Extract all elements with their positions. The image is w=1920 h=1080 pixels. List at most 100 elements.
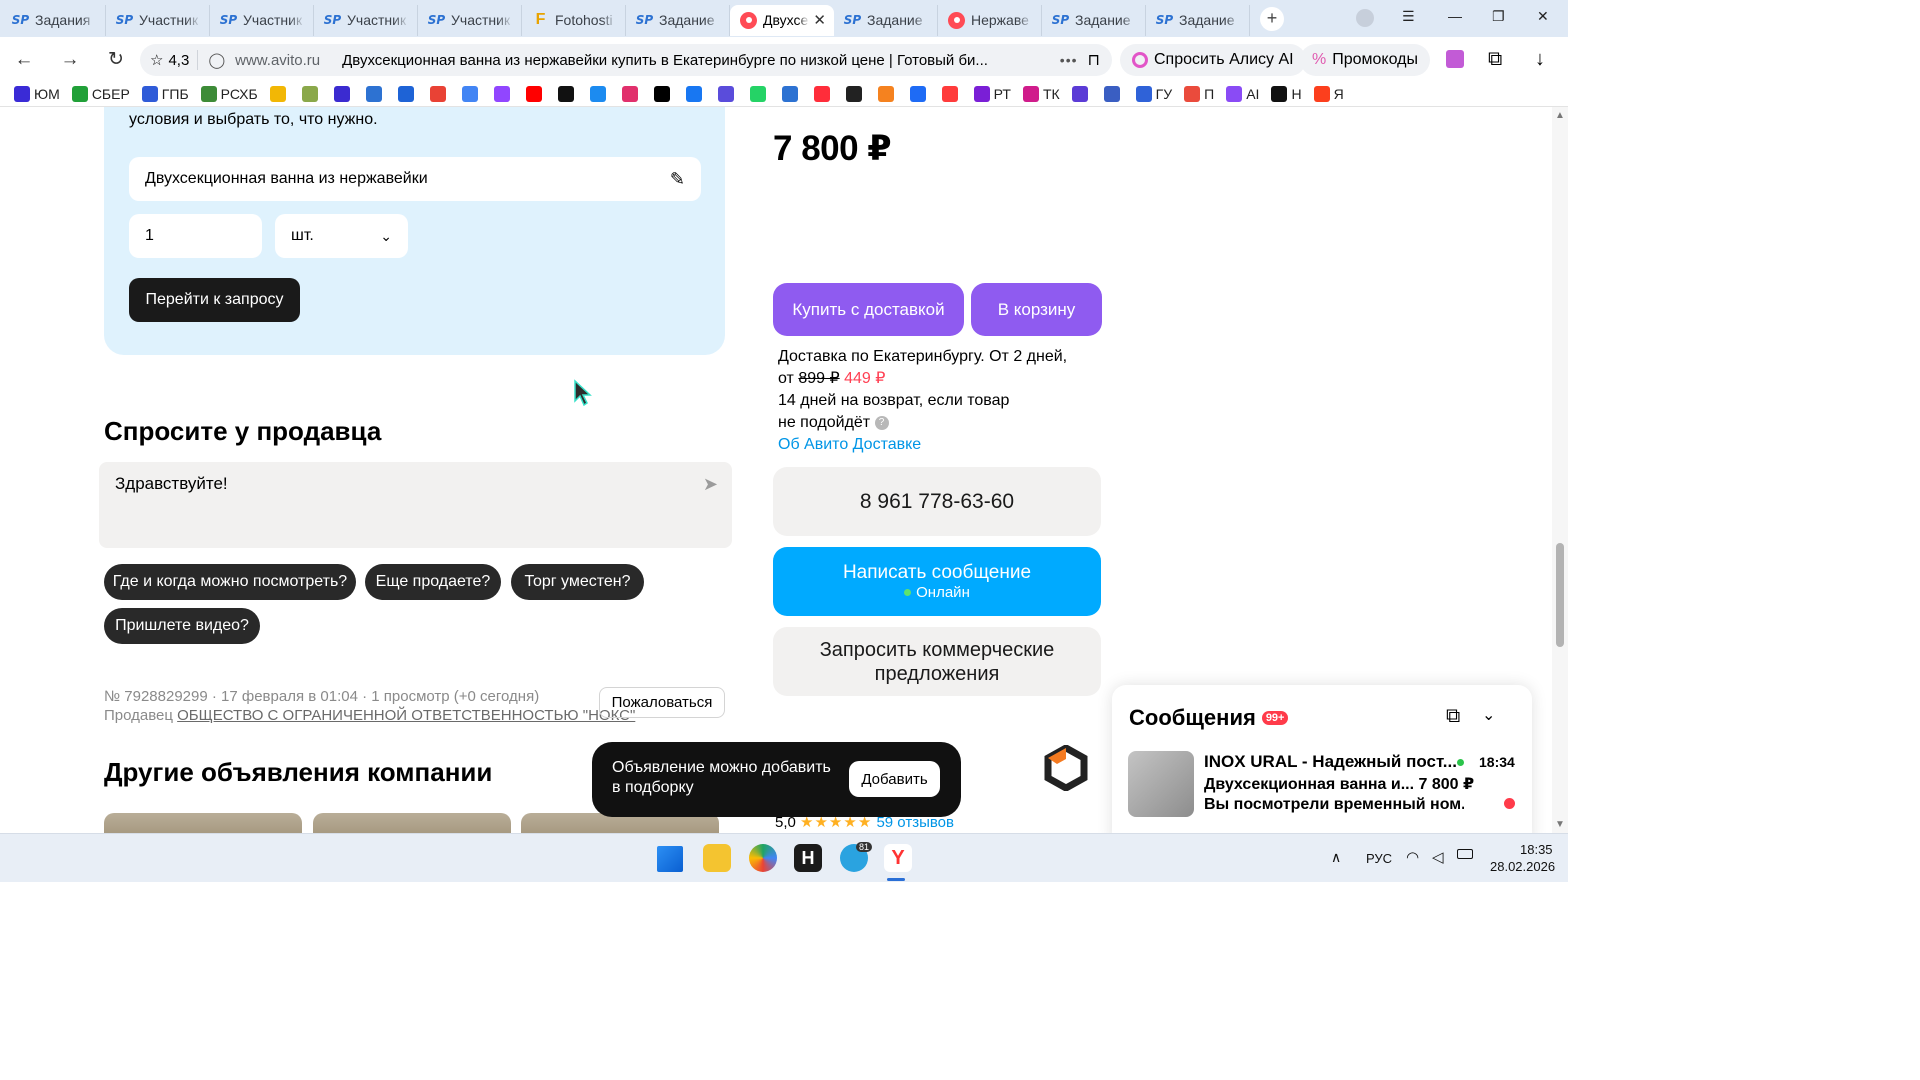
shield-icon[interactable]: ◯ bbox=[198, 51, 225, 69]
scroll-down-icon[interactable]: ▼ bbox=[1555, 819, 1565, 830]
tray-chevron-icon[interactable]: ∧ bbox=[1331, 849, 1341, 866]
browser-tab[interactable]: SP Задание bbox=[1146, 4, 1250, 36]
seller-logo-icon[interactable] bbox=[1044, 745, 1088, 791]
bookmark-item[interactable]: ЮМ bbox=[14, 86, 60, 102]
gallery-icon[interactable] bbox=[1446, 50, 1464, 68]
bookmark-item[interactable]: РСХБ bbox=[200, 86, 258, 102]
seller-message-input[interactable]: Здравствуйте! ➤ bbox=[99, 462, 732, 548]
more-icon[interactable]: ••• bbox=[1050, 52, 1088, 68]
browser-tab[interactable]: SP Задание bbox=[626, 4, 730, 36]
bookmark-item[interactable] bbox=[493, 86, 514, 102]
browser-tab[interactable]: Нержаве bbox=[938, 4, 1042, 36]
bookmark-item[interactable] bbox=[813, 86, 834, 102]
app-h-icon[interactable]: H bbox=[794, 844, 822, 872]
bookmark-item[interactable] bbox=[845, 86, 866, 102]
send-icon[interactable]: ➤ bbox=[703, 474, 718, 495]
quick-question-chip[interactable]: Торг уместен? bbox=[511, 564, 644, 600]
bookmark-item[interactable] bbox=[1071, 86, 1092, 102]
chat-item[interactable]: Двухсекционная ванна и... 7 800 ₽ bbox=[1204, 774, 1474, 794]
bookmark-item[interactable] bbox=[717, 86, 738, 102]
clock-date[interactable]: 28.02.2026 bbox=[1490, 859, 1555, 874]
bookmark-item[interactable]: Н bbox=[1271, 86, 1302, 102]
listing-thumbnail[interactable] bbox=[104, 813, 302, 833]
new-tab-button[interactable]: + bbox=[1260, 6, 1284, 31]
bookmark-item[interactable] bbox=[429, 86, 450, 102]
ask-alice-button[interactable]: Спросить Алису AI bbox=[1120, 44, 1306, 76]
extensions-icon[interactable]: ⧉ bbox=[1488, 48, 1502, 71]
restore-icon[interactable]: ❐ bbox=[1492, 8, 1505, 25]
clock-time[interactable]: 18:35 bbox=[1520, 842, 1553, 857]
file-explorer-icon[interactable] bbox=[703, 844, 731, 872]
back-icon[interactable]: ← bbox=[4, 40, 44, 80]
quick-question-chip[interactable]: Еще продаете? bbox=[365, 564, 501, 600]
browser-tab[interactable]: SP Участник bbox=[418, 4, 522, 36]
bookmark-item[interactable] bbox=[525, 86, 546, 102]
bookmark-item[interactable] bbox=[877, 86, 898, 102]
scroll-up-icon[interactable]: ▲ bbox=[1555, 110, 1565, 121]
unit-select[interactable]: шт. ⌄ bbox=[275, 214, 408, 258]
browser-tab[interactable]: SP Участник bbox=[106, 4, 210, 36]
browser-tab[interactable]: Двухсек ✕ bbox=[730, 4, 834, 36]
chat-preview[interactable]: Вы посмотрели временный ном... bbox=[1204, 796, 1464, 814]
profile-avatar-icon[interactable] bbox=[1356, 9, 1374, 27]
listing-thumbnail[interactable] bbox=[313, 813, 511, 833]
quick-question-chip[interactable]: Где и когда можно посмотреть? bbox=[104, 564, 356, 600]
chat-sender[interactable]: INOX URAL - Надежный пост... bbox=[1204, 752, 1464, 772]
bookmark-icon[interactable]: ⊓ bbox=[1088, 50, 1112, 70]
browser-tab[interactable]: SP Участник bbox=[314, 4, 418, 36]
scroll-thumb[interactable] bbox=[1556, 543, 1564, 647]
request-offers-button[interactable]: Запросить коммерческие предложения bbox=[773, 627, 1101, 696]
bookmark-item[interactable] bbox=[781, 86, 802, 102]
site-rating[interactable]: ☆ 4,3 bbox=[140, 50, 199, 70]
bookmark-item[interactable] bbox=[749, 86, 770, 102]
bookmark-item[interactable] bbox=[461, 86, 482, 102]
bookmark-item[interactable]: Я bbox=[1313, 86, 1344, 102]
volume-icon[interactable]: ◁ bbox=[1432, 848, 1444, 866]
promo-button[interactable]: % Промокоды bbox=[1300, 44, 1430, 76]
language-indicator[interactable]: РУС bbox=[1366, 851, 1392, 866]
collapse-chevron-icon[interactable]: ⌄ bbox=[1482, 705, 1495, 725]
edge-icon[interactable] bbox=[749, 844, 777, 872]
open-external-icon[interactable]: ⧉ bbox=[1446, 705, 1460, 728]
buy-with-delivery-button[interactable]: Купить с доставкой bbox=[773, 283, 964, 336]
page-scrollbar[interactable]: ▲ ▼ bbox=[1552, 107, 1568, 833]
add-to-collection-button[interactable]: Добавить bbox=[849, 761, 940, 797]
wifi-icon[interactable]: ◠ bbox=[1406, 848, 1419, 866]
close-tab-icon[interactable]: ✕ bbox=[813, 11, 826, 29]
seller-name-link[interactable]: ОБЩЕСТВО С ОГРАНИЧЕННОЙ ОТВЕТСТВЕННОСТЬЮ… bbox=[177, 707, 635, 724]
chat-avatar[interactable] bbox=[1128, 751, 1194, 817]
yandex-browser-icon[interactable]: Y bbox=[884, 844, 912, 872]
reload-icon[interactable]: ↻ bbox=[96, 40, 136, 80]
bookmark-item[interactable] bbox=[589, 86, 610, 102]
phone-button[interactable]: 8 961 778-63-60 bbox=[773, 467, 1101, 536]
avito-delivery-link[interactable]: Об Авито Доставке bbox=[778, 434, 1067, 456]
bookmark-item[interactable]: П bbox=[1184, 86, 1214, 102]
browser-tab[interactable]: SP Участник bbox=[210, 4, 314, 36]
bookmark-item[interactable]: РТ bbox=[973, 86, 1011, 102]
address-bar[interactable]: ☆ 4,3 ◯ www.avito.ru Двухсекционная ванна… bbox=[140, 44, 1112, 76]
browser-tab[interactable]: SP Задание bbox=[1042, 4, 1146, 36]
bookmark-item[interactable]: СБЕР bbox=[71, 86, 130, 102]
quick-question-chip[interactable]: Пришлете видео? bbox=[104, 608, 260, 644]
windows-start-icon[interactable] bbox=[657, 846, 683, 872]
write-message-button[interactable]: Написать сообщение Онлайн bbox=[773, 547, 1101, 616]
close-window-icon[interactable]: ✕ bbox=[1537, 8, 1549, 25]
minimize-icon[interactable]: — bbox=[1448, 8, 1462, 24]
browser-tab[interactable]: F Fotohosti bbox=[522, 4, 626, 36]
browser-tab[interactable]: SP Задания bbox=[2, 4, 106, 36]
bookmark-item[interactable] bbox=[269, 86, 290, 102]
bookmark-item[interactable] bbox=[365, 86, 386, 102]
bookmark-item[interactable] bbox=[621, 86, 642, 102]
bookmark-item[interactable] bbox=[685, 86, 706, 102]
help-icon[interactable]: ? bbox=[874, 415, 889, 430]
bookmark-item[interactable] bbox=[333, 86, 354, 102]
forward-icon[interactable]: → bbox=[50, 40, 90, 80]
bookmark-item[interactable]: AI bbox=[1226, 86, 1259, 102]
bookmark-item[interactable] bbox=[941, 86, 962, 102]
bookmark-item[interactable] bbox=[397, 86, 418, 102]
download-icon[interactable]: ↓ bbox=[1535, 48, 1545, 71]
bookmark-item[interactable]: ГУ bbox=[1135, 86, 1172, 102]
bookmark-item[interactable] bbox=[1103, 86, 1124, 102]
menu-icon[interactable]: ☰ bbox=[1402, 8, 1415, 25]
report-button[interactable]: Пожаловаться bbox=[599, 687, 725, 718]
